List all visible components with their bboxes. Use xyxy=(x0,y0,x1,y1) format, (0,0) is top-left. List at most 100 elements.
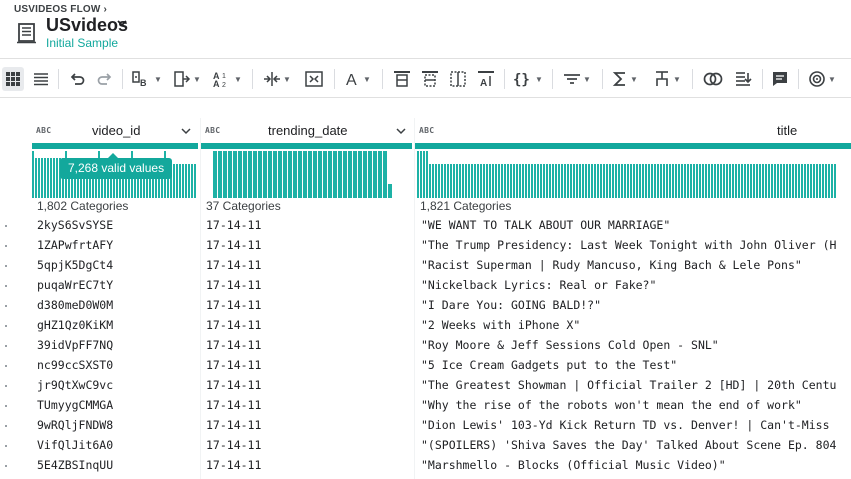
histogram-bar[interactable] xyxy=(612,164,614,198)
histogram-bar[interactable] xyxy=(441,164,443,198)
redo-button[interactable] xyxy=(94,67,116,91)
histogram-bar[interactable] xyxy=(435,164,437,198)
cell-video-id[interactable]: 9wRQljFNDW8 xyxy=(37,415,195,435)
table-row[interactable]: puqaWrEC7tY 17-14-11 "Nickelback Lyrics: R… xyxy=(0,275,851,295)
histogram-bar[interactable] xyxy=(711,164,713,198)
histogram-bar[interactable] xyxy=(624,164,626,198)
histogram-bar[interactable] xyxy=(645,164,647,198)
histogram-bar[interactable] xyxy=(492,164,494,198)
histogram-bar[interactable] xyxy=(328,151,332,198)
histogram-bar[interactable] xyxy=(543,164,545,198)
histogram-bar[interactable] xyxy=(534,164,536,198)
cell-title[interactable]: "Marshmello - Blocks (Official Music Vid… xyxy=(421,455,851,475)
histogram-bar[interactable] xyxy=(735,164,737,198)
histogram-bar[interactable] xyxy=(663,164,665,198)
histogram-bar[interactable] xyxy=(308,151,312,198)
histogram-bar[interactable] xyxy=(456,164,458,198)
histogram-bar[interactable] xyxy=(684,164,686,198)
histogram-bar[interactable] xyxy=(552,164,554,198)
change-type-button[interactable]: B ▼ xyxy=(130,67,164,91)
histogram-bar[interactable] xyxy=(810,164,812,198)
histogram-bar[interactable] xyxy=(690,164,692,198)
histogram-bar[interactable] xyxy=(507,164,509,198)
cell-title[interactable]: "The Trump Presidency: Last Week Tonight… xyxy=(421,235,851,255)
cell-title[interactable]: "(SPOILERS) 'Shiva Saves the Day' Talked… xyxy=(421,435,851,455)
histogram-bar[interactable] xyxy=(546,164,548,198)
table-row[interactable]: 9wRQljFNDW8 17-14-11 "Dion Lewis' 103-Yd K… xyxy=(0,415,851,435)
histogram-bar[interactable] xyxy=(648,164,650,198)
histogram-bar[interactable] xyxy=(828,164,830,198)
histogram-bar[interactable] xyxy=(495,164,497,198)
split-columns-button[interactable] xyxy=(302,67,326,91)
histogram-bar[interactable] xyxy=(483,164,485,198)
cell-video-id[interactable]: d380meD0W0M xyxy=(37,295,195,315)
histogram-bar[interactable] xyxy=(313,151,317,198)
histogram-bar[interactable] xyxy=(465,164,467,198)
histogram-bar[interactable] xyxy=(816,164,818,198)
histogram-bar[interactable] xyxy=(657,164,659,198)
histogram-bar[interactable] xyxy=(561,164,563,198)
histogram-bar[interactable] xyxy=(585,164,587,198)
histogram-bar[interactable] xyxy=(288,151,292,198)
histogram-bar[interactable] xyxy=(318,151,322,198)
histogram-bar[interactable] xyxy=(185,164,187,198)
chevron-down-icon[interactable] xyxy=(396,126,406,136)
histogram-bar[interactable] xyxy=(741,164,743,198)
histogram-bar[interactable] xyxy=(753,164,755,198)
histogram-bar[interactable] xyxy=(338,151,342,198)
histogram-bar[interactable] xyxy=(358,151,362,198)
histogram-bar[interactable] xyxy=(567,164,569,198)
cell-trending-date[interactable]: 17-14-11 xyxy=(206,215,406,235)
histogram-bar[interactable] xyxy=(714,164,716,198)
histogram-bar[interactable] xyxy=(666,164,668,198)
histogram-bar[interactable] xyxy=(759,164,761,198)
table-row[interactable]: 2kyS6SvSYSE 17-14-11 "WE WANT TO TALK ABOU… xyxy=(0,215,851,235)
histogram-bar[interactable] xyxy=(510,164,512,198)
histogram-bar[interactable] xyxy=(555,164,557,198)
column-header-trending-date[interactable]: ABC trending_date xyxy=(205,118,410,142)
histogram-bar[interactable] xyxy=(744,164,746,198)
histogram-bar[interactable] xyxy=(792,164,794,198)
histogram-bar[interactable] xyxy=(303,151,307,198)
histogram-bar[interactable] xyxy=(528,164,530,198)
histogram-bar[interactable] xyxy=(218,151,222,198)
sample-link[interactable]: Initial Sample xyxy=(46,36,118,50)
column-header-title[interactable]: ABC title xyxy=(419,118,851,142)
cell-trending-date[interactable]: 17-14-11 xyxy=(206,235,406,255)
pivot-button[interactable]: ▼ xyxy=(650,67,684,91)
histogram-bar[interactable] xyxy=(278,151,282,198)
histogram-bar[interactable] xyxy=(693,164,695,198)
histogram-bar[interactable] xyxy=(333,151,337,198)
cell-video-id[interactable]: 1ZAPwfrtAFY xyxy=(37,235,195,255)
histogram-bar[interactable] xyxy=(573,164,575,198)
histogram-bar[interactable] xyxy=(708,164,710,198)
table-row[interactable]: gHZ1Qz0KiKM 17-14-11 "2 Weeks with iPhone … xyxy=(0,315,851,335)
chevron-down-icon[interactable] xyxy=(181,126,191,136)
histogram-bar[interactable] xyxy=(804,164,806,198)
histogram-bar[interactable] xyxy=(35,158,37,198)
histogram-bar[interactable] xyxy=(228,151,232,198)
histogram-bar[interactable] xyxy=(501,164,503,198)
cell-title[interactable]: "The Greatest Showman | Official Trailer… xyxy=(421,375,851,395)
histogram-bar[interactable] xyxy=(486,164,488,198)
histogram-bar[interactable] xyxy=(522,164,524,198)
table-row[interactable]: jr9QtXwC9vc 17-14-11 "The Greatest Showman… xyxy=(0,375,851,395)
column-header-video-id[interactable]: ABC video_id xyxy=(36,118,196,142)
histogram-bar[interactable] xyxy=(765,164,767,198)
cell-trending-date[interactable]: 17-14-11 xyxy=(206,335,406,355)
cell-trending-date[interactable]: 17-14-11 xyxy=(206,295,406,315)
grid-view-button[interactable] xyxy=(2,67,24,91)
histogram-bar[interactable] xyxy=(732,164,734,198)
merge-columns-button[interactable]: ▼ xyxy=(260,67,294,91)
cell-video-id[interactable]: nc99ccSXST0 xyxy=(37,355,195,375)
replace-button[interactable] xyxy=(418,67,442,91)
histogram-bar[interactable] xyxy=(723,164,725,198)
histogram-bar[interactable] xyxy=(194,164,196,198)
aggregate-button[interactable]: ▼ xyxy=(610,67,640,91)
histogram-bar[interactable] xyxy=(50,158,52,198)
join-button[interactable] xyxy=(700,67,726,91)
cell-trending-date[interactable]: 17-14-11 xyxy=(206,315,406,335)
histogram-bar[interactable] xyxy=(633,164,635,198)
histogram-bar[interactable] xyxy=(531,164,533,198)
histogram-bar[interactable] xyxy=(747,164,749,198)
